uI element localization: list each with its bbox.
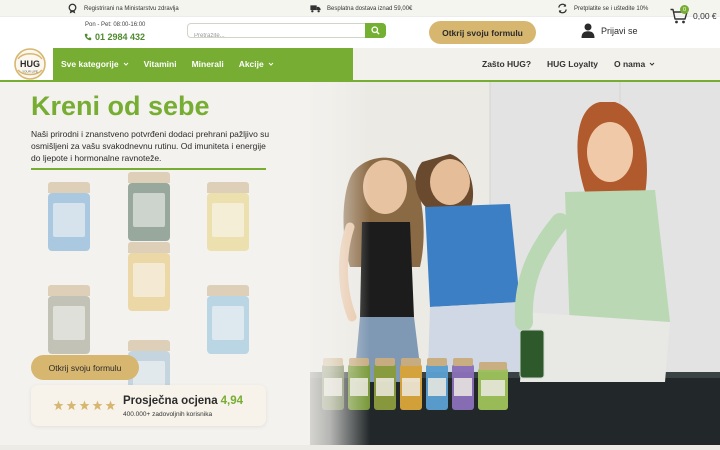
- rating-label: Prosječna ocjena: [123, 395, 218, 407]
- star-icon: [105, 400, 116, 411]
- hero-headline: Kreni od sebe: [31, 91, 210, 121]
- chevron-down-icon: [123, 62, 128, 66]
- phone-link[interactable]: 01 2984 432: [84, 32, 145, 42]
- nav-label: Zašto HUG?: [482, 59, 532, 69]
- product-bottle: [207, 285, 249, 354]
- nav-label: Minerali: [191, 59, 224, 69]
- secondary-nav: Zašto HUG? HUG Loyalty O nama: [353, 48, 720, 80]
- hero-photo: [310, 82, 720, 445]
- topbar-text: Registrirani na Ministarstvu zdravlja: [84, 5, 179, 12]
- hero-section: Kreni od sebe Naši prirodni i znanstveno…: [0, 82, 720, 445]
- rating-title: Prosječna ocjena 4,94: [123, 395, 243, 407]
- nav-item-vitamins[interactable]: Vitamini: [144, 59, 177, 69]
- cart-total[interactable]: 0,00 €: [693, 11, 717, 21]
- refresh-icon: [558, 3, 567, 14]
- topbar-item-shipping: Besplatna dostava iznad 59,00€: [310, 3, 412, 14]
- nav-item-minerals[interactable]: Minerali: [192, 59, 224, 69]
- nav-item-all-categories[interactable]: Sve kategorije: [61, 59, 129, 69]
- nav-label: Sve kategorije: [61, 59, 119, 69]
- logo-text: HUG: [20, 59, 40, 69]
- nav-label: Vitamini: [143, 59, 177, 69]
- hero-underline: [31, 168, 266, 170]
- search-input[interactable]: [188, 29, 363, 43]
- topbar-item-registered: Registrirani na Ministarstvu zdravlja: [67, 3, 179, 14]
- nav-item-hug-loyalty[interactable]: HUG Loyalty: [547, 59, 598, 69]
- product-bottle: [128, 242, 170, 311]
- product-bottle: [207, 182, 249, 251]
- product-bottle: [48, 182, 90, 251]
- photo-fade: [290, 82, 370, 445]
- topbar-text: Besplatna dostava iznad 59,00€: [327, 5, 413, 12]
- award-icon: [68, 3, 77, 14]
- rating-stars: [53, 400, 116, 411]
- search-button[interactable]: [365, 23, 386, 38]
- star-icon: [53, 400, 64, 411]
- main-nav: Sve kategorije Vitamini Minerali Akcije: [53, 48, 353, 80]
- phone-number: 01 2984 432: [95, 32, 146, 42]
- hug-logo[interactable]: HUG YOUR LIFE: [13, 48, 47, 80]
- search-box: [187, 23, 386, 43]
- top-info-bar: Registrirani na Ministarstvu zdravlja Be…: [0, 0, 720, 17]
- hero-subtext: Naši prirodni i znanstveno potvrđeni dod…: [31, 129, 270, 163]
- nav-item-promotions[interactable]: Akcije: [239, 59, 274, 69]
- rating-subtext: 400.000+ zadovoljnih korisnika: [123, 411, 213, 418]
- product-bottle: [48, 285, 90, 354]
- logo-subtext: YOUR LIFE: [22, 70, 38, 74]
- hero-cta-button[interactable]: Otkrij svoju formulu: [31, 355, 139, 380]
- nav-item-about[interactable]: O nama: [614, 59, 655, 69]
- header: Pon - Pet: 08:00-16:00 01 2984 432 Otkri…: [0, 17, 720, 48]
- working-hours: Pon - Pet: 08:00-16:00: [85, 22, 146, 28]
- phone-icon: [84, 33, 92, 41]
- rating-value: 4,94: [220, 395, 243, 407]
- rating-card: Prosječna ocjena 4,94 400.000+ zadovoljni…: [31, 385, 266, 426]
- nav-label: Akcije: [238, 59, 264, 69]
- topbar-item-subscribe: Pretplatite se i uštedite 10%: [557, 3, 648, 14]
- page-bottom-strip: [0, 445, 720, 450]
- star-icon: [66, 400, 77, 411]
- chevron-down-icon: [649, 62, 655, 66]
- cart-count-badge: 0: [680, 5, 689, 14]
- truck-icon: [310, 5, 321, 13]
- nav-label: O nama: [614, 59, 646, 69]
- nav-label: HUG Loyalty: [547, 59, 599, 69]
- product-bottle: [128, 172, 170, 241]
- login-link[interactable]: Prijavi se: [581, 23, 638, 38]
- chevron-down-icon: [268, 62, 274, 66]
- topbar-text: Pretplatite se i uštedite 10%: [574, 5, 649, 12]
- star-icon: [92, 400, 103, 411]
- discover-formula-button[interactable]: Otkrij svoju formulu: [429, 21, 536, 44]
- login-label: Prijavi se: [601, 25, 638, 36]
- star-icon: [79, 400, 90, 411]
- nav-item-why-hug[interactable]: Zašto HUG?: [482, 59, 531, 69]
- user-icon: [581, 23, 595, 38]
- search-icon: [371, 26, 380, 35]
